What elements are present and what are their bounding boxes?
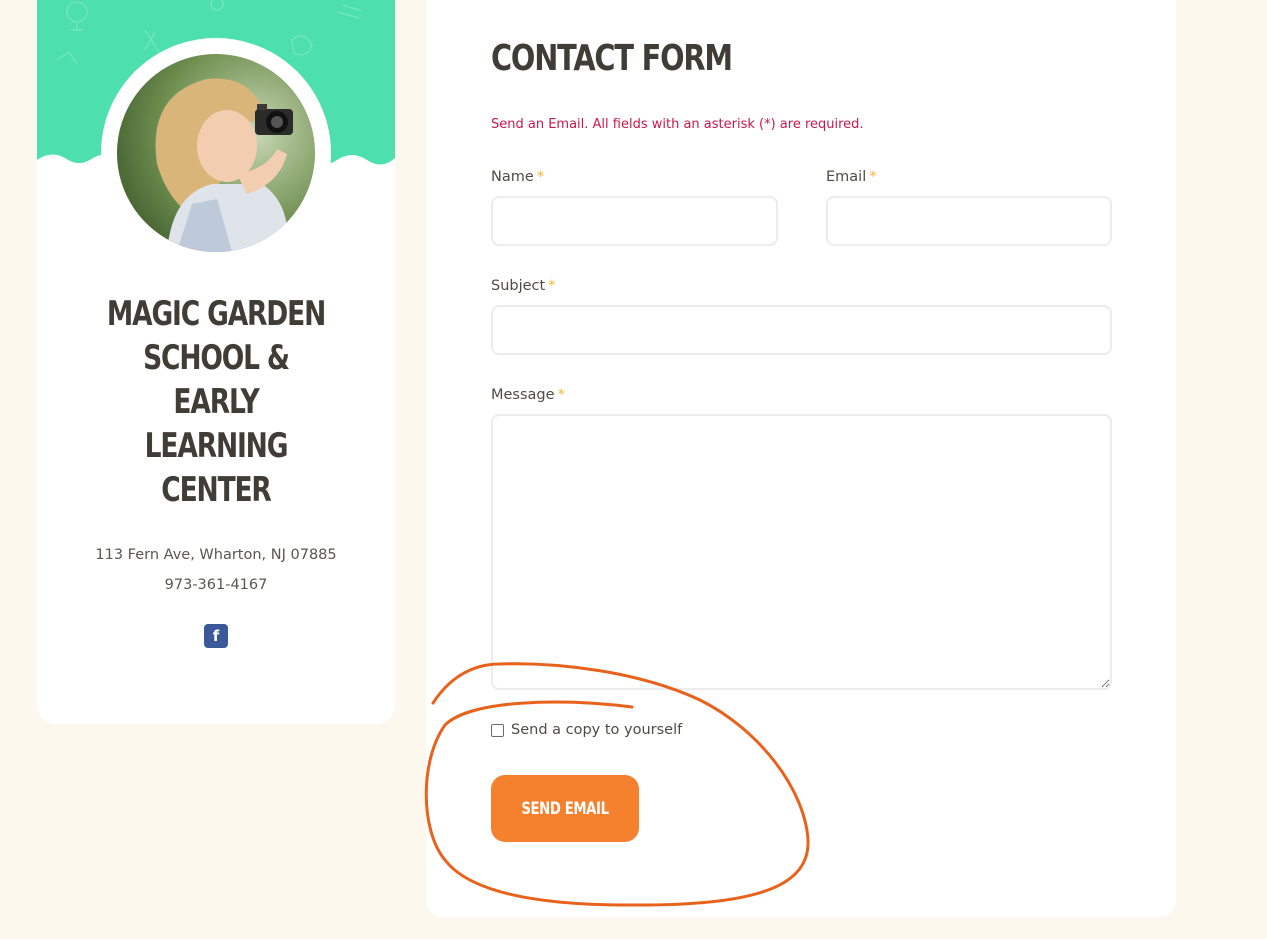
form-title: CONTACT FORM (491, 38, 733, 79)
name-label: Name * (491, 169, 544, 185)
facebook-icon[interactable]: f (204, 624, 228, 648)
send-email-label: SEND EMAIL (521, 798, 609, 819)
school-address: 113 Fern Ave, Wharton, NJ 07885 (95, 547, 337, 563)
school-profile-card: MAGIC GARDEN SCHOOL & EARLY LEARNING CEN… (37, 0, 395, 724)
send-email-button[interactable]: SEND EMAIL (491, 775, 639, 842)
school-name: MAGIC GARDEN SCHOOL & EARLY LEARNING CEN… (106, 294, 326, 510)
subject-label-text: Subject (491, 278, 546, 294)
school-phone: 973-361-4167 (164, 577, 268, 593)
required-asterisk: * (536, 169, 545, 185)
copy-label: Send a copy to yourself (511, 722, 683, 738)
subject-label: Subject * (491, 278, 555, 294)
email-label-text: Email (826, 169, 867, 185)
email-input[interactable] (826, 196, 1112, 246)
copy-option: Send a copy to yourself (491, 722, 682, 738)
name-label-text: Name (491, 169, 534, 185)
name-input[interactable] (491, 196, 778, 246)
message-label-text: Message (491, 387, 555, 403)
required-asterisk: * (557, 387, 565, 403)
required-asterisk: * (548, 278, 556, 294)
page: MAGIC GARDEN SCHOOL & EARLY LEARNING CEN… (0, 0, 1267, 939)
message-label: Message * (491, 387, 565, 403)
email-label: Email * (826, 169, 876, 185)
subject-input[interactable] (491, 305, 1112, 355)
required-asterisk: * (869, 169, 877, 185)
copy-checkbox[interactable] (491, 723, 504, 737)
message-textarea[interactable] (491, 414, 1112, 690)
school-photo (117, 54, 315, 252)
form-required-note: Send an Email. All fields with an asteri… (491, 117, 864, 132)
